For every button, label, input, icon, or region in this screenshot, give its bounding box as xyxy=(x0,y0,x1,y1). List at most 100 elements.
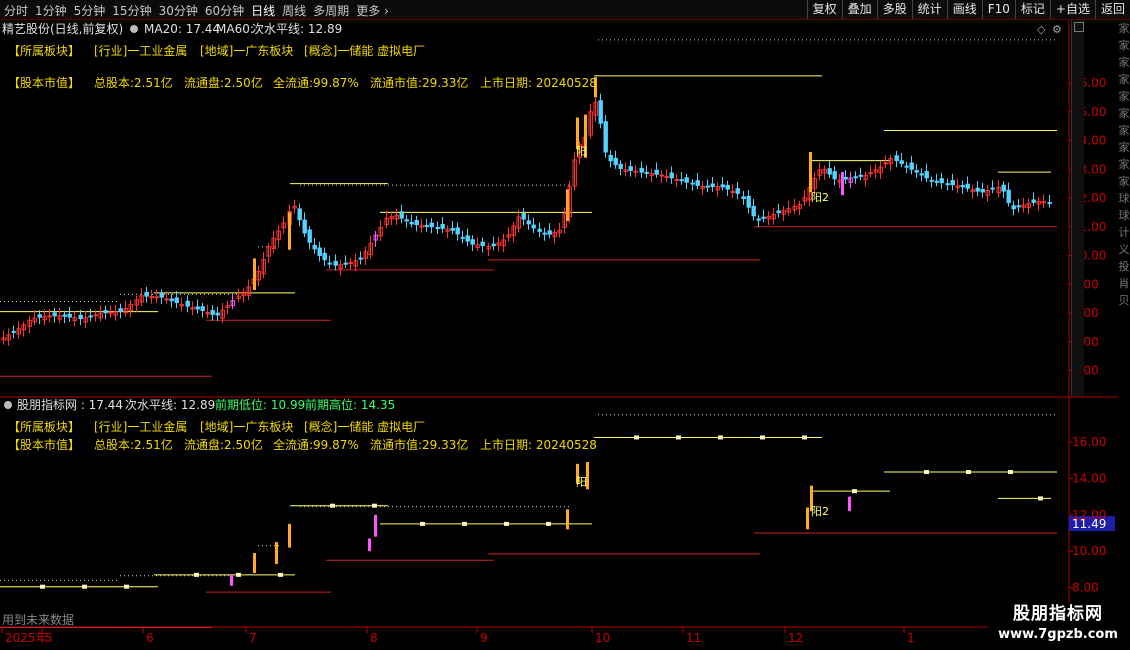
candle-body xyxy=(88,315,93,318)
side-item: 投 xyxy=(1118,260,1130,273)
candle-body xyxy=(185,300,190,307)
add-watchlist-button[interactable]: +自选 xyxy=(1049,0,1095,19)
level-dot xyxy=(718,435,723,440)
level-dot xyxy=(124,584,129,589)
tool-buttons: 复权 叠加 多股 统计 画线 F10 标记 +自选 返回 xyxy=(806,0,1130,19)
candle-body xyxy=(684,177,689,183)
period-toolbar: 分时 1分钟 5分钟 15分钟 30分钟 60分钟 日线 周线 多周期 更多 ›… xyxy=(0,0,1130,20)
mark-button[interactable]: 标记 xyxy=(1014,0,1050,19)
candle-body xyxy=(980,188,985,193)
tab-multi-period[interactable]: 多周期 xyxy=(313,2,349,19)
candle-body xyxy=(521,213,526,220)
indicator-signal-bar xyxy=(806,507,809,530)
side-item: 球 xyxy=(1118,209,1130,222)
candle-body xyxy=(741,196,746,200)
overlay-button[interactable]: 叠加 xyxy=(841,0,877,19)
indicator-capital-info: 全流通:99.87% xyxy=(273,437,359,452)
side-item: 家 xyxy=(1118,175,1130,188)
level-dot xyxy=(966,470,971,475)
candle-body xyxy=(327,262,332,265)
stock-title: 精艺股份(日线,前复权) xyxy=(2,21,123,36)
date-tick-label: 2025年 xyxy=(5,631,48,645)
tab-1min[interactable]: 1分钟 xyxy=(35,2,67,19)
candle-body xyxy=(450,228,455,231)
candle-body xyxy=(618,163,623,169)
watermark-url: www.7gpzb.com xyxy=(998,627,1118,642)
candle-body xyxy=(883,162,888,165)
tab-daily[interactable]: 日线 xyxy=(251,2,275,19)
f10-button[interactable]: F10 xyxy=(981,0,1015,19)
capital-info: 流通盘:2.50亿 xyxy=(184,75,263,90)
kline-chart-area[interactable]: 16.0015.0014.0013.0012.0011.0010.009.008… xyxy=(0,0,1130,650)
ma20-label: MA20: 17.44 xyxy=(144,22,220,36)
indicator-capital-info: 【股本市值】 xyxy=(8,437,80,452)
tab-weekly[interactable]: 周线 xyxy=(282,2,306,19)
price-tick-label: 8.00 xyxy=(1072,581,1099,595)
candle-body xyxy=(312,244,317,250)
candle-body xyxy=(307,229,312,243)
candle-body xyxy=(317,247,322,257)
candle-body xyxy=(11,330,16,333)
candle-body xyxy=(633,170,638,173)
indicator-capital-info: 总股本:2.51亿 xyxy=(94,437,173,452)
date-tick-label: 5 xyxy=(45,631,53,645)
side-item: 家 xyxy=(1118,90,1130,103)
indicator-signal-bar xyxy=(288,523,291,548)
date-tick-label: 11 xyxy=(686,631,701,645)
indicator-signal-bar xyxy=(368,538,371,552)
dropdown-icon xyxy=(130,25,138,33)
candle-body xyxy=(470,239,475,245)
side-item: 贝 xyxy=(1118,294,1130,307)
level-dot xyxy=(1008,470,1013,475)
side-item: 家 xyxy=(1118,56,1130,69)
ma60-label: MA60: xyxy=(216,22,254,36)
tab-15min[interactable]: 15分钟 xyxy=(112,2,151,19)
capital-info: 【股本市值】 xyxy=(8,75,80,90)
sector-info: [行业]一工业金属 xyxy=(94,43,187,58)
candle-body xyxy=(914,170,919,173)
level-dot xyxy=(462,521,467,526)
scroll-thumb[interactable] xyxy=(1074,22,1084,32)
tab-5min[interactable]: 5分钟 xyxy=(74,2,106,19)
candle-body xyxy=(297,208,302,221)
candle-body xyxy=(67,313,72,318)
candle-body xyxy=(62,314,67,317)
candle-body xyxy=(531,224,536,229)
candle-body xyxy=(547,230,552,235)
candle-body xyxy=(899,160,904,164)
yang-marker: 阳 xyxy=(576,476,587,489)
candle-body xyxy=(827,168,832,175)
indicator-signal-bar xyxy=(275,542,278,564)
signal-bar xyxy=(288,212,291,250)
candle-body xyxy=(210,310,215,315)
current-price-label: 11.49 xyxy=(1072,517,1106,531)
indicator-level-label: 次水平线: 12.89 xyxy=(125,398,215,412)
capital-info: 总股本:2.51亿 xyxy=(94,75,173,90)
candle-body xyxy=(659,174,664,177)
candle-body xyxy=(491,243,496,247)
chart-scrollbar[interactable] xyxy=(1071,20,1084,396)
candle-body xyxy=(950,180,955,186)
stats-button[interactable]: 统计 xyxy=(911,0,947,19)
multi-stock-button[interactable]: 多股 xyxy=(876,0,912,19)
candle-body xyxy=(858,174,863,177)
candle-body xyxy=(756,218,761,221)
candle-body xyxy=(761,216,766,219)
tab-fenshi[interactable]: 分时 xyxy=(4,2,28,19)
back-button[interactable]: 返回 xyxy=(1094,0,1130,19)
candle-body xyxy=(894,155,899,162)
candle-body xyxy=(735,188,740,194)
candle-body xyxy=(404,219,409,222)
draw-line-button[interactable]: 画线 xyxy=(946,0,982,19)
tab-60min[interactable]: 60分钟 xyxy=(205,2,244,19)
side-item: 家 xyxy=(1118,39,1130,52)
signal-bar xyxy=(841,172,844,196)
tab-more[interactable]: 更多 › xyxy=(356,2,389,19)
candle-body xyxy=(118,308,123,313)
price-tick-label: 14.00 xyxy=(1072,471,1106,485)
adjust-button[interactable]: 复权 xyxy=(806,0,842,19)
tab-30min[interactable]: 30分钟 xyxy=(159,2,198,19)
candle-body xyxy=(174,297,179,304)
level-dot xyxy=(278,572,283,577)
date-tick-label: 12 xyxy=(788,631,803,645)
